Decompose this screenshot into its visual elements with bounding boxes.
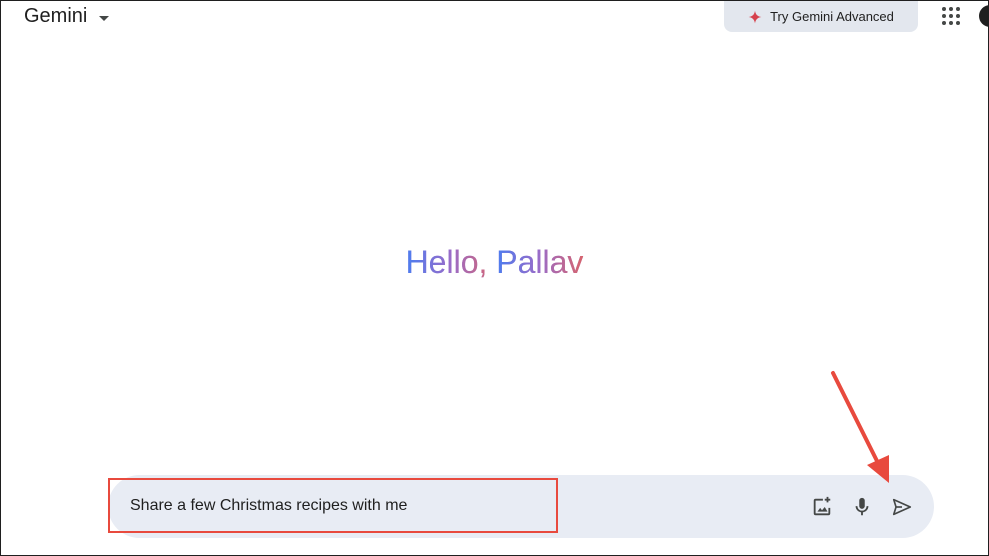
try-advanced-button[interactable]: Try Gemini Advanced xyxy=(724,1,918,32)
send-icon xyxy=(892,498,912,516)
chevron-down-icon xyxy=(99,15,110,21)
avatar[interactable] xyxy=(979,5,989,27)
microphone-icon xyxy=(855,497,869,516)
sparkle-icon xyxy=(748,10,762,23)
model-selector[interactable]: Gemini xyxy=(24,5,110,28)
app-window: Gemini Try Gemini Advanced Hello, Pallav xyxy=(0,0,989,556)
greeting-name: Pallav xyxy=(496,244,584,280)
greeting-prefix: Hello, xyxy=(405,244,497,280)
annotation-arrow-icon xyxy=(831,371,889,483)
greeting: Hello, Pallav xyxy=(1,244,988,281)
microphone-button[interactable] xyxy=(849,494,875,520)
try-advanced-label: Try Gemini Advanced xyxy=(770,9,894,24)
apps-grid-icon[interactable] xyxy=(942,7,960,25)
add-image-button[interactable] xyxy=(809,494,835,520)
send-button[interactable] xyxy=(889,494,915,520)
app-title: Gemini xyxy=(24,5,88,27)
prompt-input[interactable] xyxy=(108,478,558,533)
add-image-icon xyxy=(813,496,831,516)
